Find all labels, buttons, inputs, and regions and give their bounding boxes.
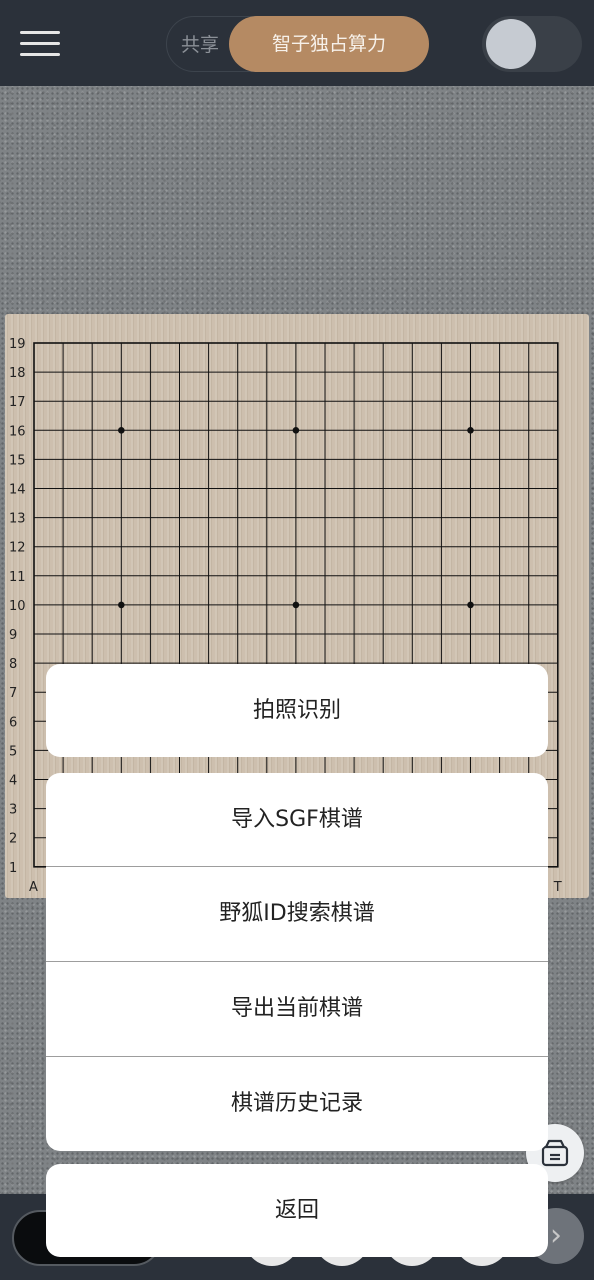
row-label: 6 [9, 715, 17, 730]
row-label: 16 [9, 424, 26, 439]
row-label: 1 [9, 861, 17, 876]
top-bar: 共享 智子独占算力 [0, 0, 594, 86]
star-point [118, 427, 125, 434]
exclusive-mode-option[interactable]: 智子独占算力 [229, 16, 429, 72]
row-label: 9 [9, 628, 17, 643]
row-label: 12 [9, 541, 26, 556]
row-label: 2 [9, 832, 17, 847]
toggle-knob [486, 19, 536, 69]
record-history-button[interactable]: 棋谱历史记录 [46, 1056, 548, 1151]
back-card: 返回 [46, 1164, 548, 1257]
toggle-switch[interactable] [482, 16, 582, 72]
star-point [118, 601, 125, 609]
column-label: T [553, 880, 562, 895]
row-label: 10 [9, 599, 26, 614]
star-point [467, 427, 474, 434]
record-actions-card: 导入SGF棋谱 野狐ID搜索棋谱 导出当前棋谱 棋谱历史记录 [46, 773, 548, 1151]
back-button[interactable]: 返回 [46, 1164, 548, 1257]
import-sgf-button[interactable]: 导入SGF棋谱 [46, 773, 548, 866]
row-label: 13 [9, 512, 26, 527]
row-label: 8 [9, 657, 17, 672]
row-label: 17 [9, 395, 26, 410]
row-label: 5 [9, 744, 17, 759]
star-point [467, 601, 474, 609]
share-mode-option[interactable]: 共享 [181, 17, 219, 73]
row-label: 15 [9, 453, 26, 468]
foxy-id-search-button[interactable]: 野狐ID搜索棋谱 [46, 866, 548, 961]
row-label: 19 [9, 337, 26, 352]
compute-mode-switch: 共享 智子独占算力 [166, 16, 429, 73]
menu-icon[interactable] [20, 28, 60, 60]
star-point [292, 601, 300, 609]
row-label: 18 [9, 366, 26, 381]
column-label: A [29, 880, 38, 895]
row-label: 4 [9, 774, 17, 789]
export-record-button[interactable]: 导出当前棋谱 [46, 961, 548, 1056]
row-label: 11 [9, 570, 26, 585]
star-point [292, 427, 300, 434]
row-label: 3 [9, 803, 17, 818]
photo-recognition-card: 拍照识别 [46, 664, 548, 757]
row-label: 7 [9, 686, 17, 701]
row-label: 14 [9, 483, 26, 498]
photo-recognition-button[interactable]: 拍照识别 [46, 664, 548, 757]
